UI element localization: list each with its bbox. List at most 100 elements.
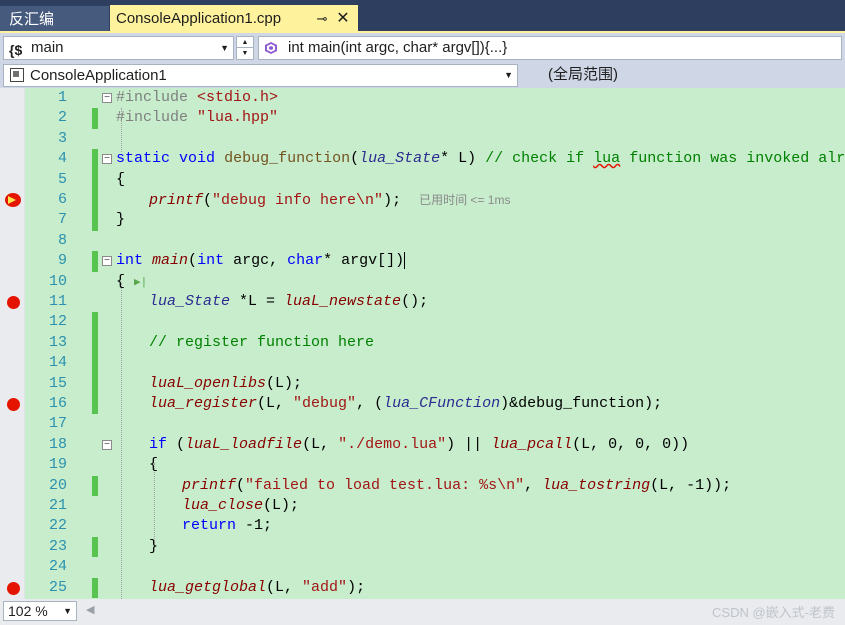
function-call: lua_getglobal xyxy=(149,578,267,596)
tab-console-application-cpp[interactable]: ConsoleApplication1.cpp ⊸ ✕ xyxy=(110,5,358,33)
function-call: lua_close xyxy=(182,497,264,514)
code-line-14[interactable]: 14 xyxy=(0,353,845,374)
code-text[interactable]: lua_register(L, "debug", (lua_CFunction)… xyxy=(149,394,662,414)
run-to-click-icon[interactable]: ▶| xyxy=(134,277,147,289)
keyword: char xyxy=(287,252,324,270)
scroll-left-icon[interactable]: ◀ xyxy=(86,603,94,616)
perf-tip[interactable]: 已用时间 <= 1ms xyxy=(419,193,510,207)
code-text[interactable]: if (luaL_loadfile(L, "./demo.lua") || lu… xyxy=(149,435,689,455)
code-text[interactable]: #include <stdio.h> xyxy=(116,88,278,108)
code-line-20[interactable]: 20 printf("failed to load test.lua: %s\n… xyxy=(0,475,845,496)
punctuation: ( xyxy=(167,435,186,453)
text-caret xyxy=(404,251,406,269)
punctuation: (L); xyxy=(266,374,303,392)
chevron-down-icon[interactable]: ▼ xyxy=(504,65,513,86)
breakpoint-current-statement-icon[interactable] xyxy=(5,193,21,207)
breakpoint-icon[interactable] xyxy=(7,398,20,411)
line-number: 15 xyxy=(48,374,67,392)
code-line-25[interactable]: 25 lua_getglobal(L, "add"); xyxy=(0,577,845,598)
code-line-24[interactable]: 24 xyxy=(0,557,845,577)
punctuation: (L, xyxy=(266,578,303,596)
change-bar xyxy=(92,577,98,598)
preprocessor: #include xyxy=(116,89,198,106)
code-line-21[interactable]: 21 lua_close(L); xyxy=(0,496,845,516)
code-line-23[interactable]: 23 } xyxy=(0,536,845,558)
function-call: printf xyxy=(182,476,237,494)
code-line-4[interactable]: 4 − static void debug_function(lua_State… xyxy=(0,149,845,170)
collapse-icon[interactable]: − xyxy=(102,154,112,165)
code-text[interactable]: lua_close(L); xyxy=(182,496,299,516)
code-text[interactable]: int main(int argc, char* argv[]) xyxy=(116,251,406,271)
code-text[interactable]: return -1; xyxy=(182,516,272,536)
code-text[interactable]: // register function here xyxy=(149,333,374,353)
change-bar xyxy=(92,475,98,496)
punctuation: ( xyxy=(188,252,198,270)
code-line-12[interactable]: 12 xyxy=(0,312,845,333)
code-line-22[interactable]: 22 return -1; xyxy=(0,516,845,536)
code-line-1[interactable]: 1 − #include <stdio.h> xyxy=(0,88,845,108)
code-line-8[interactable]: 8 xyxy=(0,231,845,251)
pin-icon[interactable]: ⊸ xyxy=(313,5,331,33)
chevron-up-icon[interactable]: ▲ xyxy=(237,37,253,48)
punctuation: -1; xyxy=(236,517,273,535)
chevron-down-icon[interactable]: ▼ xyxy=(220,37,229,59)
change-bar xyxy=(92,312,98,333)
code-line-18[interactable]: 18 − if (luaL_loadfile(L, "./demo.lua") … xyxy=(0,435,845,455)
line-number: 22 xyxy=(48,517,67,535)
code-text[interactable]: lua_getglobal(L, "add"); xyxy=(149,578,365,598)
code-text[interactable]: } xyxy=(149,537,158,557)
collapse-icon[interactable]: − xyxy=(102,439,112,450)
code-line-15[interactable]: 15 luaL_openlibs(L); xyxy=(0,373,845,394)
zoom-dropdown[interactable]: 102 % ▼ xyxy=(3,601,77,621)
function-call: lua_pcall xyxy=(491,435,573,453)
code-text[interactable]: lua_State *L = luaL_newstate(); xyxy=(149,292,428,312)
code-editor[interactable]: 1 − #include <stdio.h> 2 #include "lua.h… xyxy=(0,88,845,599)
punctuation: ( xyxy=(350,150,360,168)
brace: { xyxy=(116,272,126,290)
collapse-icon[interactable]: − xyxy=(102,93,112,103)
code-text[interactable]: luaL_openlibs(L); xyxy=(149,374,302,394)
code-line-16[interactable]: 16 lua_register(L, "debug", (lua_CFuncti… xyxy=(0,394,845,415)
change-bar xyxy=(92,190,98,211)
code-text[interactable]: { xyxy=(116,170,125,190)
code-line-2[interactable]: 2 #include "lua.hpp" xyxy=(0,108,845,129)
code-text[interactable]: static void debug_function(lua_State* L)… xyxy=(116,149,845,169)
code-text[interactable]: { xyxy=(149,455,158,475)
global-scope-dropdown[interactable]: (全局范围) xyxy=(522,64,842,87)
scope-dropdown[interactable]: {$ main ▼ xyxy=(3,36,234,60)
code-text[interactable]: } xyxy=(116,210,125,230)
punctuation: * argv[]) xyxy=(323,252,405,270)
code-line-17[interactable]: 17 xyxy=(0,414,845,434)
breakpoint-icon[interactable] xyxy=(7,296,20,309)
code-text[interactable]: #include "lua.hpp" xyxy=(116,108,278,128)
function-call: lua_tostring xyxy=(542,476,651,494)
code-line-3[interactable]: 3 xyxy=(0,129,845,149)
code-text[interactable]: { ▶| xyxy=(116,272,147,293)
type-name: lua_State xyxy=(359,150,441,168)
keyword: void xyxy=(179,150,216,168)
collapse-icon[interactable]: − xyxy=(102,256,112,267)
breakpoint-icon[interactable] xyxy=(7,581,20,595)
horizontal-scrollbar[interactable] xyxy=(98,608,658,616)
close-icon[interactable]: ✕ xyxy=(334,5,352,33)
function-call: printf xyxy=(149,192,204,209)
scope-stepper[interactable]: ▲ ▼ xyxy=(236,36,254,60)
code-line-13[interactable]: 13 // register function here xyxy=(0,332,845,354)
code-line-19[interactable]: 19 { xyxy=(0,455,845,475)
code-line-7[interactable]: 7 } xyxy=(0,210,845,231)
code-text[interactable]: printf("failed to load test.lua: %s\n", … xyxy=(182,476,731,496)
function-dropdown[interactable]: int main(int argc, char* argv[]){...} xyxy=(258,36,842,60)
punctuation: (L, 0, 0, 0)) xyxy=(572,435,690,453)
chevron-down-icon[interactable]: ▼ xyxy=(237,48,253,59)
project-dropdown[interactable]: ConsoleApplication1 ▼ xyxy=(3,64,518,87)
code-text[interactable]: printf("debug info here\n"); 已用时间 <= 1ms xyxy=(149,190,510,211)
code-line-11[interactable]: 11 lua_State *L = luaL_newstate(); xyxy=(0,292,845,312)
line-number: 23 xyxy=(48,537,67,555)
code-line-10[interactable]: 10 { ▶| xyxy=(0,272,845,292)
code-line-5[interactable]: 5 { xyxy=(0,169,845,190)
code-line-9[interactable]: 9 − int main(int argc, char* argv[]) xyxy=(0,251,845,272)
function-call: luaL_loadfile xyxy=(185,435,303,453)
code-line-6[interactable]: 6 printf("debug info here\n"); 已用时间 <= 1… xyxy=(0,190,845,211)
chevron-down-icon[interactable]: ▼ xyxy=(63,602,72,620)
tab-disassembly[interactable]: 反汇编 xyxy=(0,6,109,33)
